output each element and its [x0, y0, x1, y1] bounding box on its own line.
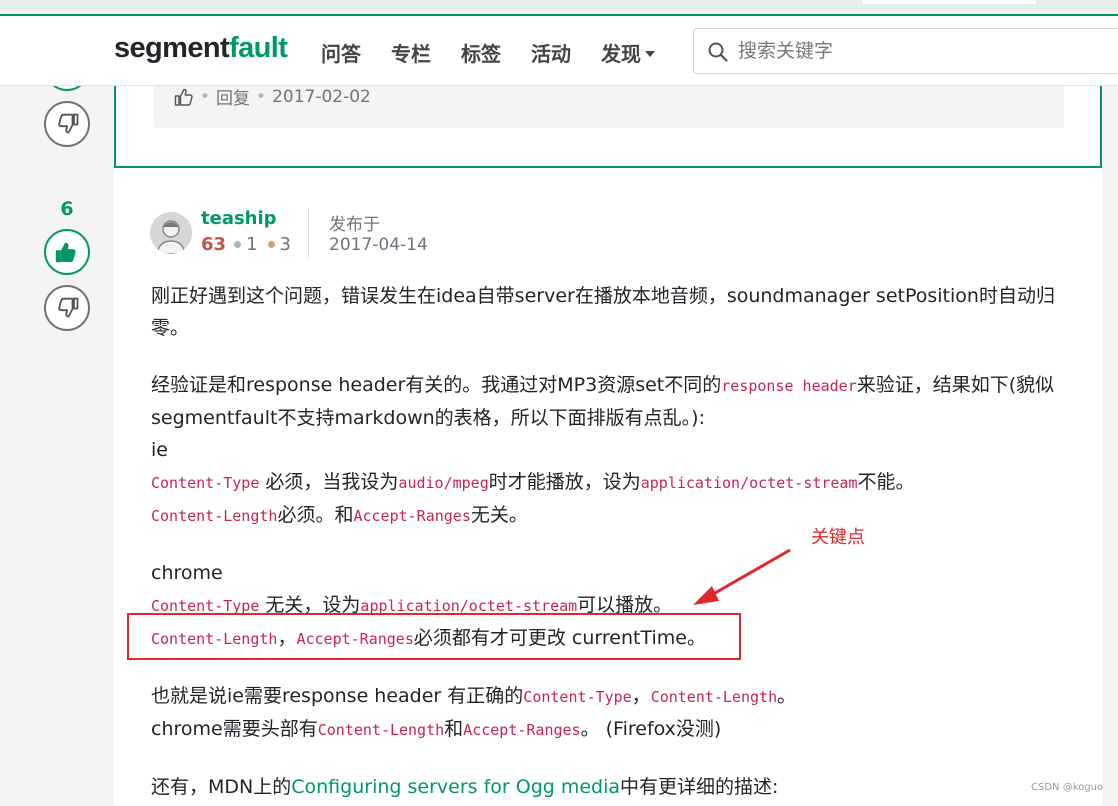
code-span: Content-Length: [317, 721, 445, 739]
code-span: Content-Length: [151, 630, 278, 648]
text-span: 不能。: [857, 471, 915, 493]
like-icon[interactable]: [174, 88, 194, 106]
ie-line-1: Content-Type 必须，当我设为audio/mpeg时才能播放，设为ap…: [151, 466, 1071, 499]
annotation-label: 关键点: [811, 527, 865, 548]
comment-date: 2017-02-02: [272, 86, 371, 107]
code-span: Content-Type: [523, 688, 632, 706]
chrome-title: chrome: [151, 562, 223, 584]
chrome-line-1: Content-Type 无关，设为application/octet-stre…: [151, 589, 1071, 622]
text-span: 和: [444, 718, 464, 740]
nav-item-tags[interactable]: 标签: [461, 38, 501, 67]
text-span: ，: [631, 685, 651, 707]
code-span: application/octet-stream: [640, 474, 858, 492]
text-span: 无关，设为: [259, 594, 361, 616]
code-span: Content-Length: [650, 688, 778, 706]
upvote-button[interactable]: [44, 229, 90, 275]
text-span: 。: [777, 685, 797, 707]
ie-title: ie: [151, 439, 168, 461]
site-header: segmentfault 问答 专栏 标签 活动 发现: [0, 16, 1118, 86]
text-span: chrome需要头部有: [151, 718, 318, 740]
text-span: 必须，当我设为: [259, 471, 399, 493]
thumbs-down-icon: [58, 113, 79, 134]
vote-count: 6: [60, 198, 74, 220]
main-nav: 问答 专栏 标签 活动 发现: [321, 38, 685, 67]
code-span: application/octet-stream: [360, 597, 578, 615]
meta-divider: [308, 208, 309, 258]
comment-meta: • 回复 • 2017-02-02: [174, 84, 371, 109]
nav-item-columns[interactable]: 专栏: [391, 38, 431, 67]
ie-line-2: Content-Length必须。和Accept-Ranges无关。: [151, 499, 1071, 532]
mdn-link[interactable]: Configuring servers for Ogg media: [291, 776, 620, 798]
answer-content: 刚正好遇到这个问题，错误发生在idea自带server在播放本地音频，sound…: [151, 280, 1071, 803]
author-name[interactable]: teaship: [201, 208, 277, 229]
silver-badge-icon: [234, 241, 242, 248]
nav-discover-label: 发现: [601, 42, 641, 66]
downvote-button[interactable]: [44, 285, 90, 331]
text-span: 还有，MDN上的: [151, 776, 292, 798]
paragraph-1: 刚正好遇到这个问题，错误发生在idea自带server在播放本地音频，sound…: [151, 285, 1055, 339]
text-span: 无关。: [470, 504, 528, 526]
thumbs-up-icon: [55, 242, 76, 263]
nav-item-discover[interactable]: 发现: [601, 38, 655, 67]
text-span: 可以播放。: [577, 594, 673, 616]
code-span: Accept-Ranges: [296, 630, 414, 648]
mdn-line: 还有，MDN上的Configuring servers for Ogg medi…: [151, 771, 1071, 803]
published-date: 2017-04-14: [329, 235, 428, 255]
summary-line-2: chrome需要头部有Content-Length和Accept-Ranges。…: [151, 713, 1071, 746]
text-span: 。 (Firefox没测): [580, 718, 722, 740]
published-label: 发布于: [329, 215, 380, 235]
avatar-icon[interactable]: [150, 212, 192, 254]
browser-top-strip: [0, 0, 1118, 10]
text-span: 中有更详细的描述:: [620, 776, 779, 798]
answer-card: teaship 63 1 3 发布于 2017-04-14 刚正好遇到这个问题，…: [114, 168, 1102, 806]
p2-text-a: 经验证是和response header有关的。我通过对MP3资源set不同的: [151, 374, 722, 396]
author-stats: 63 1 3: [201, 234, 291, 255]
search-icon: [708, 42, 728, 62]
site-logo[interactable]: segmentfault: [114, 32, 288, 65]
thumbs-down-icon: [58, 297, 79, 318]
reply-link[interactable]: 回复: [216, 84, 250, 109]
summary-line-1: 也就是说ie需要response header 有正确的Content-Type…: [151, 680, 1071, 713]
code-span: Content-Length: [151, 507, 278, 525]
code-span: Content-Type: [151, 474, 260, 492]
text-span: ，: [277, 627, 297, 649]
text-span: 时才能播放，设为: [488, 471, 641, 493]
paragraph-2: 经验证是和response header有关的。我通过对MP3资源set不同的r…: [151, 369, 1071, 434]
meta-dot: •: [256, 86, 267, 107]
text-span: 也就是说ie需要response header 有正确的: [151, 685, 524, 707]
watermark: CSDN @koguo: [1031, 782, 1104, 793]
text-span: 必须。和: [277, 504, 354, 526]
bronze-badge-icon: [267, 241, 275, 248]
code-span: Content-Type: [151, 597, 260, 615]
nav-item-events[interactable]: 活动: [531, 38, 571, 67]
code-span: audio/mpeg: [398, 474, 489, 492]
text-span: 必须都有才可更改 currentTime。: [413, 627, 706, 649]
search-input[interactable]: [738, 37, 1098, 65]
code-span: Accept-Ranges: [463, 721, 581, 739]
code-span: Accept-Ranges: [353, 507, 471, 525]
p2-code: response header: [721, 377, 857, 395]
meta-dot: •: [200, 86, 211, 107]
prev-downvote-button[interactable]: [44, 101, 90, 147]
caret-down-icon: [645, 50, 655, 57]
nav-item-qa[interactable]: 问答: [321, 38, 361, 67]
logo-accent: fault: [229, 32, 288, 64]
author-reputation: 63: [201, 234, 227, 255]
top-strip-pill: [862, 0, 1036, 4]
chrome-line-2: Content-Length，Accept-Ranges必须都有才可更改 cur…: [151, 622, 1071, 655]
search-box[interactable]: [693, 28, 1118, 74]
silver-badge-count: 1: [246, 234, 258, 255]
logo-main: segment: [114, 32, 230, 64]
bronze-badge-count: 3: [279, 234, 291, 255]
